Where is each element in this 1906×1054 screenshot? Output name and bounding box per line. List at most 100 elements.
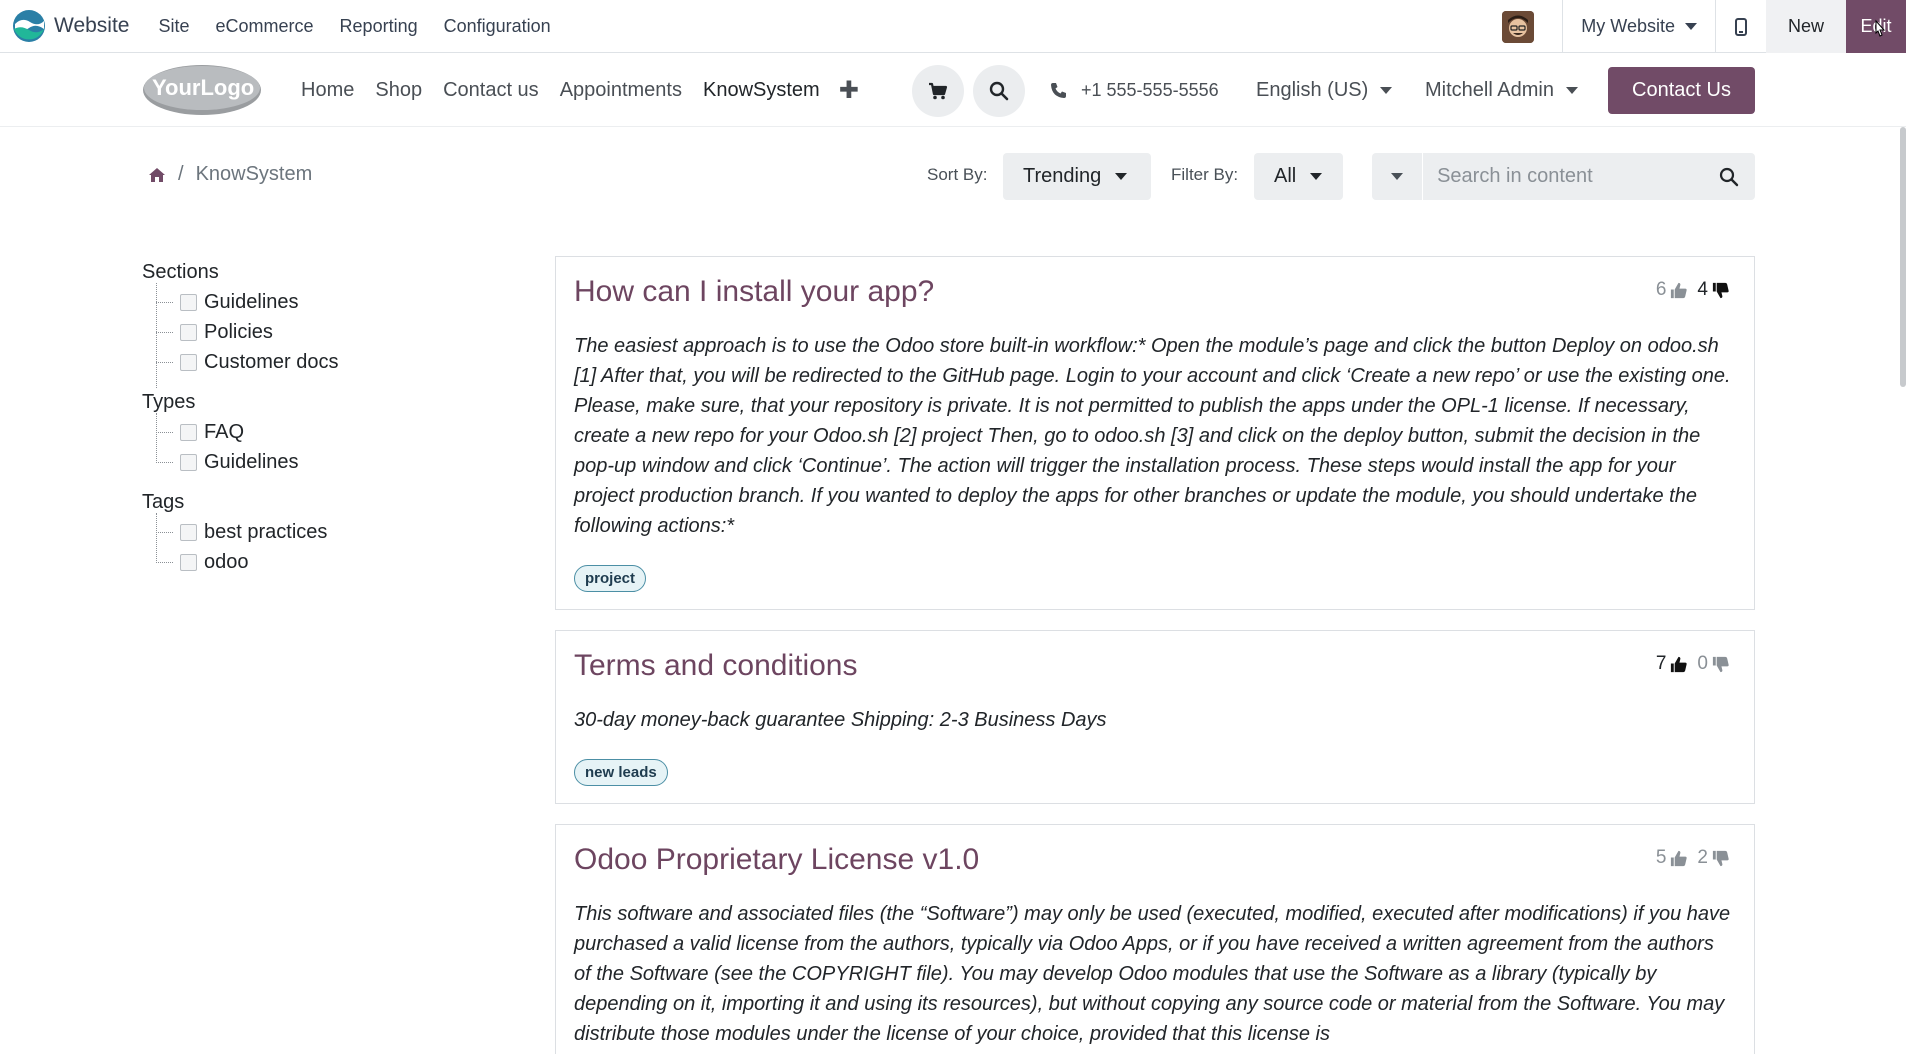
checkbox[interactable]: [180, 523, 197, 541]
new-button[interactable]: New: [1765, 0, 1846, 53]
menu-site[interactable]: Site: [158, 16, 189, 37]
article-tag[interactable]: new leads: [574, 759, 668, 786]
sort-dropdown[interactable]: Trending: [1003, 153, 1151, 200]
your-logo[interactable]: YourLogo: [142, 64, 262, 116]
thumbs-down-icon[interactable]: [1711, 655, 1730, 674]
dislike-count: 0: [1697, 653, 1708, 674]
type-guidelines[interactable]: Guidelines: [142, 447, 522, 477]
app-name[interactable]: Website: [54, 14, 129, 38]
phone-link[interactable]: +1 555-555-5556: [1050, 54, 1219, 127]
tag-best-practices[interactable]: best practices: [142, 517, 522, 547]
edit-button[interactable]: Edit: [1846, 0, 1906, 53]
article-votes: 5 2: [1656, 847, 1736, 869]
tree-item-label: Customer docs: [204, 350, 339, 373]
plus-icon[interactable]: ✚: [839, 76, 859, 105]
tree-item-label: Guidelines: [204, 450, 299, 473]
section-customer-docs[interactable]: Customer docs: [142, 347, 522, 377]
types-title: Types: [142, 391, 196, 413]
article-title[interactable]: Odoo Proprietary License v1.0: [574, 843, 979, 877]
checkbox[interactable]: [180, 423, 197, 441]
mouse-cursor-icon: [1875, 19, 1886, 37]
article-votes: 6 4: [1656, 279, 1736, 301]
like-count: 5: [1655, 847, 1667, 868]
section-policies[interactable]: Policies: [142, 317, 522, 347]
phone-icon: [1051, 83, 1066, 98]
checkbox[interactable]: [180, 353, 197, 371]
sections-tree: Guidelines Policies Customer docs: [142, 283, 522, 388]
article-card[interactable]: Terms and conditions 7 0 30-day money-ba…: [555, 630, 1755, 804]
website-selector[interactable]: My Website: [1563, 16, 1715, 37]
nav-shop[interactable]: Shop: [375, 79, 422, 102]
article-title[interactable]: How can I install your app?: [574, 275, 934, 309]
phone-number: +1 555-555-5556: [1081, 80, 1219, 100]
tree-item-label: odoo: [204, 550, 249, 573]
search-options-dropdown[interactable]: [1372, 153, 1424, 200]
nav-contact-us[interactable]: Contact us: [443, 79, 539, 102]
user-avatar[interactable]: [1502, 10, 1535, 43]
article-tag[interactable]: project: [574, 565, 647, 592]
nav-knowsystem[interactable]: KnowSystem: [703, 79, 820, 102]
article-votes: 7 0: [1656, 653, 1736, 675]
tag-odoo[interactable]: odoo: [142, 547, 522, 577]
types-tree: FAQ Guidelines: [142, 413, 522, 477]
breadcrumb-current: KnowSystem: [195, 163, 313, 185]
article-card[interactable]: Odoo Proprietary License v1.0 5 2 This s…: [555, 824, 1755, 1054]
nav-home[interactable]: Home: [301, 79, 354, 102]
cart-icon: [929, 82, 948, 100]
filter-sidebar: Sections Guidelines Policies Customer do…: [142, 257, 522, 587]
chevron-down-icon: [1310, 173, 1323, 180]
mobile-preview-button[interactable]: [1716, 0, 1766, 53]
like-count: 7: [1655, 653, 1667, 674]
content-search: [1372, 153, 1755, 200]
sort-value: Trending: [1023, 165, 1102, 187]
website-selector-label: My Website: [1581, 16, 1675, 36]
menu-reporting[interactable]: Reporting: [340, 16, 418, 37]
thumbs-down-icon[interactable]: [1711, 281, 1730, 300]
thumbs-up-icon[interactable]: [1669, 281, 1688, 300]
admin-bar: Website Site eCommerce Reporting Configu…: [0, 0, 1906, 53]
checkbox[interactable]: [180, 293, 197, 311]
article-card[interactable]: How can I install your app? 6 4 The easi…: [555, 256, 1755, 610]
search-input[interactable]: [1423, 153, 1703, 200]
article-excerpt: This software and associated files (the …: [574, 903, 1731, 1045]
menu-ecommerce[interactable]: eCommerce: [216, 16, 314, 37]
chevron-down-icon: [1380, 87, 1393, 94]
chevron-down-icon: [1565, 87, 1578, 94]
cart-button[interactable]: [912, 65, 964, 117]
search-submit-button[interactable]: [1702, 153, 1755, 200]
home-icon[interactable]: [148, 167, 166, 183]
breadcrumb-separator: /: [178, 163, 184, 185]
sort-by-label: Sort By:: [927, 165, 988, 184]
checkbox[interactable]: [180, 553, 197, 571]
mobile-icon: [1734, 17, 1747, 36]
section-guidelines[interactable]: Guidelines: [142, 287, 522, 317]
thumbs-down-icon[interactable]: [1711, 849, 1730, 868]
language-label: English (US): [1256, 79, 1369, 101]
checkbox[interactable]: [180, 453, 197, 471]
menu-configuration[interactable]: Configuration: [444, 16, 551, 37]
type-faq[interactable]: FAQ: [142, 417, 522, 447]
site-navbar: YourLogo Home Shop Contact us Appointmen…: [0, 54, 1906, 127]
search-icon: [989, 81, 1009, 101]
checkbox[interactable]: [180, 323, 197, 341]
user-menu[interactable]: Mitchell Admin: [1425, 54, 1578, 127]
thumbs-up-icon[interactable]: [1669, 655, 1688, 674]
website-app-icon[interactable]: [12, 9, 46, 43]
article-title[interactable]: Terms and conditions: [574, 649, 857, 683]
filter-dropdown[interactable]: All: [1254, 153, 1343, 200]
logo-text: YourLogo: [152, 75, 254, 100]
chevron-down-icon: [1115, 173, 1128, 180]
dislike-count: 4: [1697, 279, 1708, 300]
article-excerpt: 30-day money-back guarantee Shipping: 2-…: [574, 709, 1107, 731]
filter-by-label: Filter By:: [1171, 165, 1239, 184]
thumbs-up-icon[interactable]: [1669, 849, 1688, 868]
tree-item-label: best practices: [204, 520, 328, 543]
sections-title: Sections: [142, 261, 219, 283]
search-button[interactable]: [973, 65, 1025, 117]
page-scrollbar[interactable]: [1900, 127, 1906, 387]
like-count: 6: [1655, 279, 1667, 300]
contact-us-button[interactable]: Contact Us: [1608, 67, 1755, 114]
nav-appointments[interactable]: Appointments: [560, 79, 682, 102]
article-excerpt: The easiest approach is to use the Odoo …: [574, 335, 1731, 537]
language-selector[interactable]: English (US): [1256, 54, 1393, 127]
